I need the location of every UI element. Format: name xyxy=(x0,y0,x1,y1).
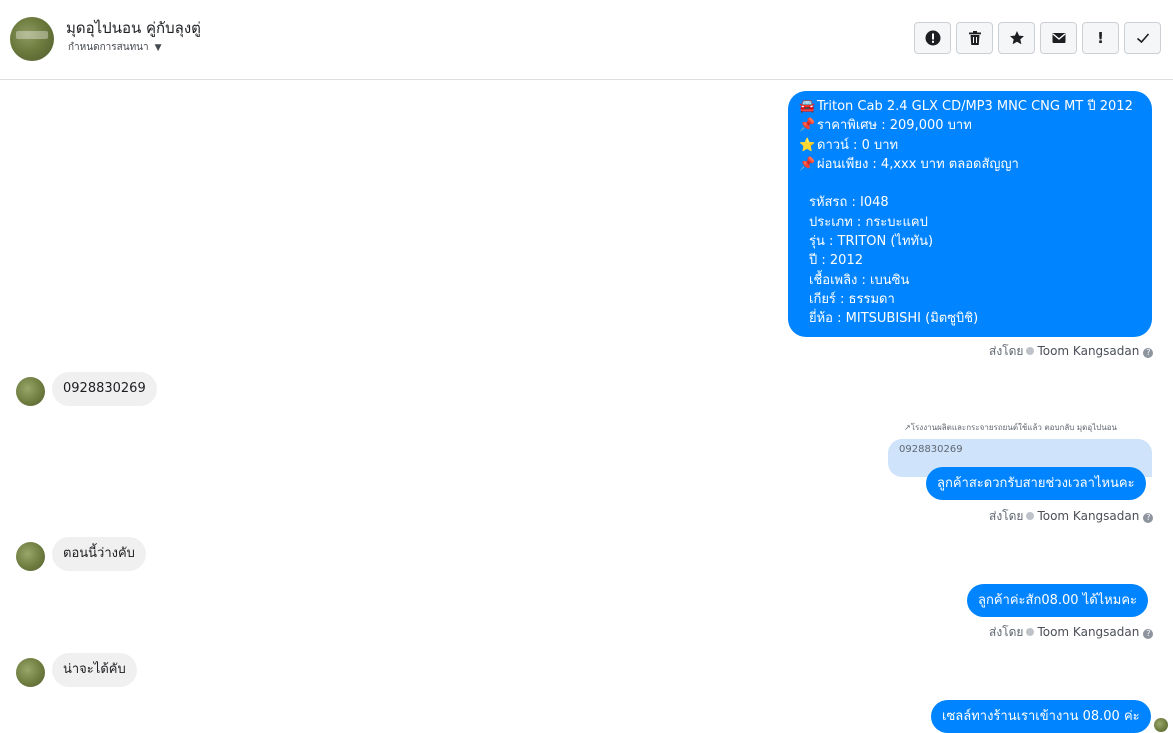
star-icon xyxy=(1009,31,1024,45)
alert-icon: ! xyxy=(1097,29,1104,47)
caret-down-icon: ▼ xyxy=(154,43,162,53)
listing-message-bubble[interactable]: 🚘 Triton Cab 2.4 GLX CD/MP3 MNC CNG MT ปี… xyxy=(788,91,1152,337)
sent-by-label: ส่งโดย xyxy=(989,509,1024,523)
incoming-message-bubble[interactable]: ตอนนี้ว่างคับ xyxy=(52,537,146,571)
header-toolbar: ! xyxy=(914,22,1161,54)
listing-line-text: ราคาพิเศษ : 209,000 บาท xyxy=(817,118,972,134)
listing-line: เกียร์ : ธรรมดา xyxy=(799,290,1142,309)
agent-name[interactable]: Toom Kangsadan xyxy=(1037,625,1139,639)
conversation-subtitle[interactable]: กำหนดการสนทนา ▼ xyxy=(68,40,162,55)
sent-by-info: ส่งโดย Toom Kangsadan? xyxy=(989,507,1154,526)
listing-line-text: ประเภท : กระบะแคป xyxy=(809,214,928,230)
trash-icon xyxy=(968,31,981,45)
star-button[interactable] xyxy=(998,22,1035,54)
listing-line: 📌 ผ่อนเพียง : 4,xxx บาท ตลอดสัญญา xyxy=(799,155,1142,174)
contact-name[interactable]: มุดอุไปนอน คู่กับลุงตู่ xyxy=(66,16,201,40)
verified-icon xyxy=(1026,347,1035,355)
contact-avatar-small[interactable] xyxy=(16,658,45,687)
follow-up-button[interactable]: ! xyxy=(1082,22,1119,54)
conversation-header: มุดอุไปนอน คู่กับลุงตู่ กำหนดการสนทนา ▼ ! xyxy=(0,0,1173,80)
delete-button[interactable] xyxy=(956,22,993,54)
listing-line-text: เกียร์ : ธรรมดา xyxy=(809,291,895,307)
listing-line-text xyxy=(809,176,813,191)
listing-line: 🚘 Triton Cab 2.4 GLX CD/MP3 MNC CNG MT ปี… xyxy=(799,97,1142,116)
help-icon[interactable]: ? xyxy=(1143,348,1154,358)
listing-line: ⭐ ดาวน์ : 0 บาท xyxy=(799,136,1142,155)
contact-avatar[interactable] xyxy=(10,17,54,61)
incoming-message-bubble[interactable]: น่าจะได้คับ xyxy=(52,653,137,687)
listing-line: รุ่น : TRITON (ไททัน) xyxy=(799,232,1142,251)
listing-line-text: Triton Cab 2.4 GLX CD/MP3 MNC CNG MT ปี … xyxy=(817,99,1133,114)
report-icon xyxy=(925,30,940,46)
listing-line-text: ปี : 2012 xyxy=(809,253,863,269)
mark-unread-button[interactable] xyxy=(1040,22,1077,54)
agent-name[interactable]: Toom Kangsadan xyxy=(1037,344,1139,358)
listing-line-text: เชื้อเพลิง : เบนซิน xyxy=(809,272,910,288)
outgoing-message-bubble[interactable]: เซลล์ทางร้านเราเข้างาน 08.00 ค่ะ xyxy=(931,700,1151,733)
help-icon[interactable]: ? xyxy=(1143,629,1154,639)
incoming-message-bubble[interactable]: 0928830269 xyxy=(52,372,157,406)
agent-name[interactable]: Toom Kangsadan xyxy=(1037,509,1139,523)
verified-icon xyxy=(1026,628,1035,636)
reply-context-label: ↗โรงงานผลิตและกระจายรถยนต์ใช้แล้ว ตอบกลั… xyxy=(904,423,1117,432)
listing-line-text: ดาวน์ : 0 บาท xyxy=(817,137,899,153)
listing-line: 📌 ราคาพิเศษ : 209,000 บาท xyxy=(799,116,1142,135)
listing-line-text: ผ่อนเพียง : 4,xxx บาท ตลอดสัญญา xyxy=(817,156,1019,172)
verified-icon xyxy=(1026,512,1035,520)
listing-line: ประเภท : กระบะแคป xyxy=(799,213,1142,232)
sent-by-info: ส่งโดย Toom Kangsadan? xyxy=(989,623,1154,642)
sent-by-info: ส่งโดย Toom Kangsadan? xyxy=(989,342,1154,361)
emoji-icon: 📌 xyxy=(799,118,816,134)
listing-line-text: รุ่น : TRITON (ไททัน) xyxy=(809,234,934,250)
emoji-icon: ⭐ xyxy=(799,137,816,153)
contact-avatar-small[interactable] xyxy=(16,377,45,406)
help-icon[interactable]: ? xyxy=(1143,513,1154,523)
listing-line xyxy=(799,174,1142,193)
emoji-icon: 📌 xyxy=(799,156,816,172)
outgoing-message-bubble[interactable]: ลูกค้าสะดวกรับสายช่วงเวลาไหนคะ xyxy=(926,467,1146,500)
report-button[interactable] xyxy=(914,22,951,54)
subtitle-label: กำหนดการสนทนา xyxy=(68,42,149,53)
listing-line: รหัสรถ : I048 xyxy=(799,193,1142,212)
seen-avatar xyxy=(1154,718,1168,732)
listing-line: ปี : 2012 xyxy=(799,251,1142,270)
mark-done-button[interactable] xyxy=(1124,22,1161,54)
contact-avatar-small[interactable] xyxy=(16,542,45,571)
sent-by-label: ส่งโดย xyxy=(989,625,1024,639)
listing-line-text: รหัสรถ : I048 xyxy=(809,195,889,211)
listing-line-text: ยี่ห้อ : MITSUBISHI (มิตซูบิชิ) xyxy=(809,311,979,327)
check-icon xyxy=(1136,33,1149,44)
listing-line: เชื้อเพลิง : เบนซิน xyxy=(799,271,1142,290)
sent-by-label: ส่งโดย xyxy=(989,344,1024,358)
mail-icon xyxy=(1052,33,1065,43)
outgoing-message-bubble[interactable]: ลูกค้าค่ะสัก08.00 ได้ไหมคะ xyxy=(967,584,1149,617)
listing-line: ยี่ห้อ : MITSUBISHI (มิตซูบิชิ) xyxy=(799,309,1142,328)
emoji-icon: 🚘 xyxy=(799,99,816,114)
